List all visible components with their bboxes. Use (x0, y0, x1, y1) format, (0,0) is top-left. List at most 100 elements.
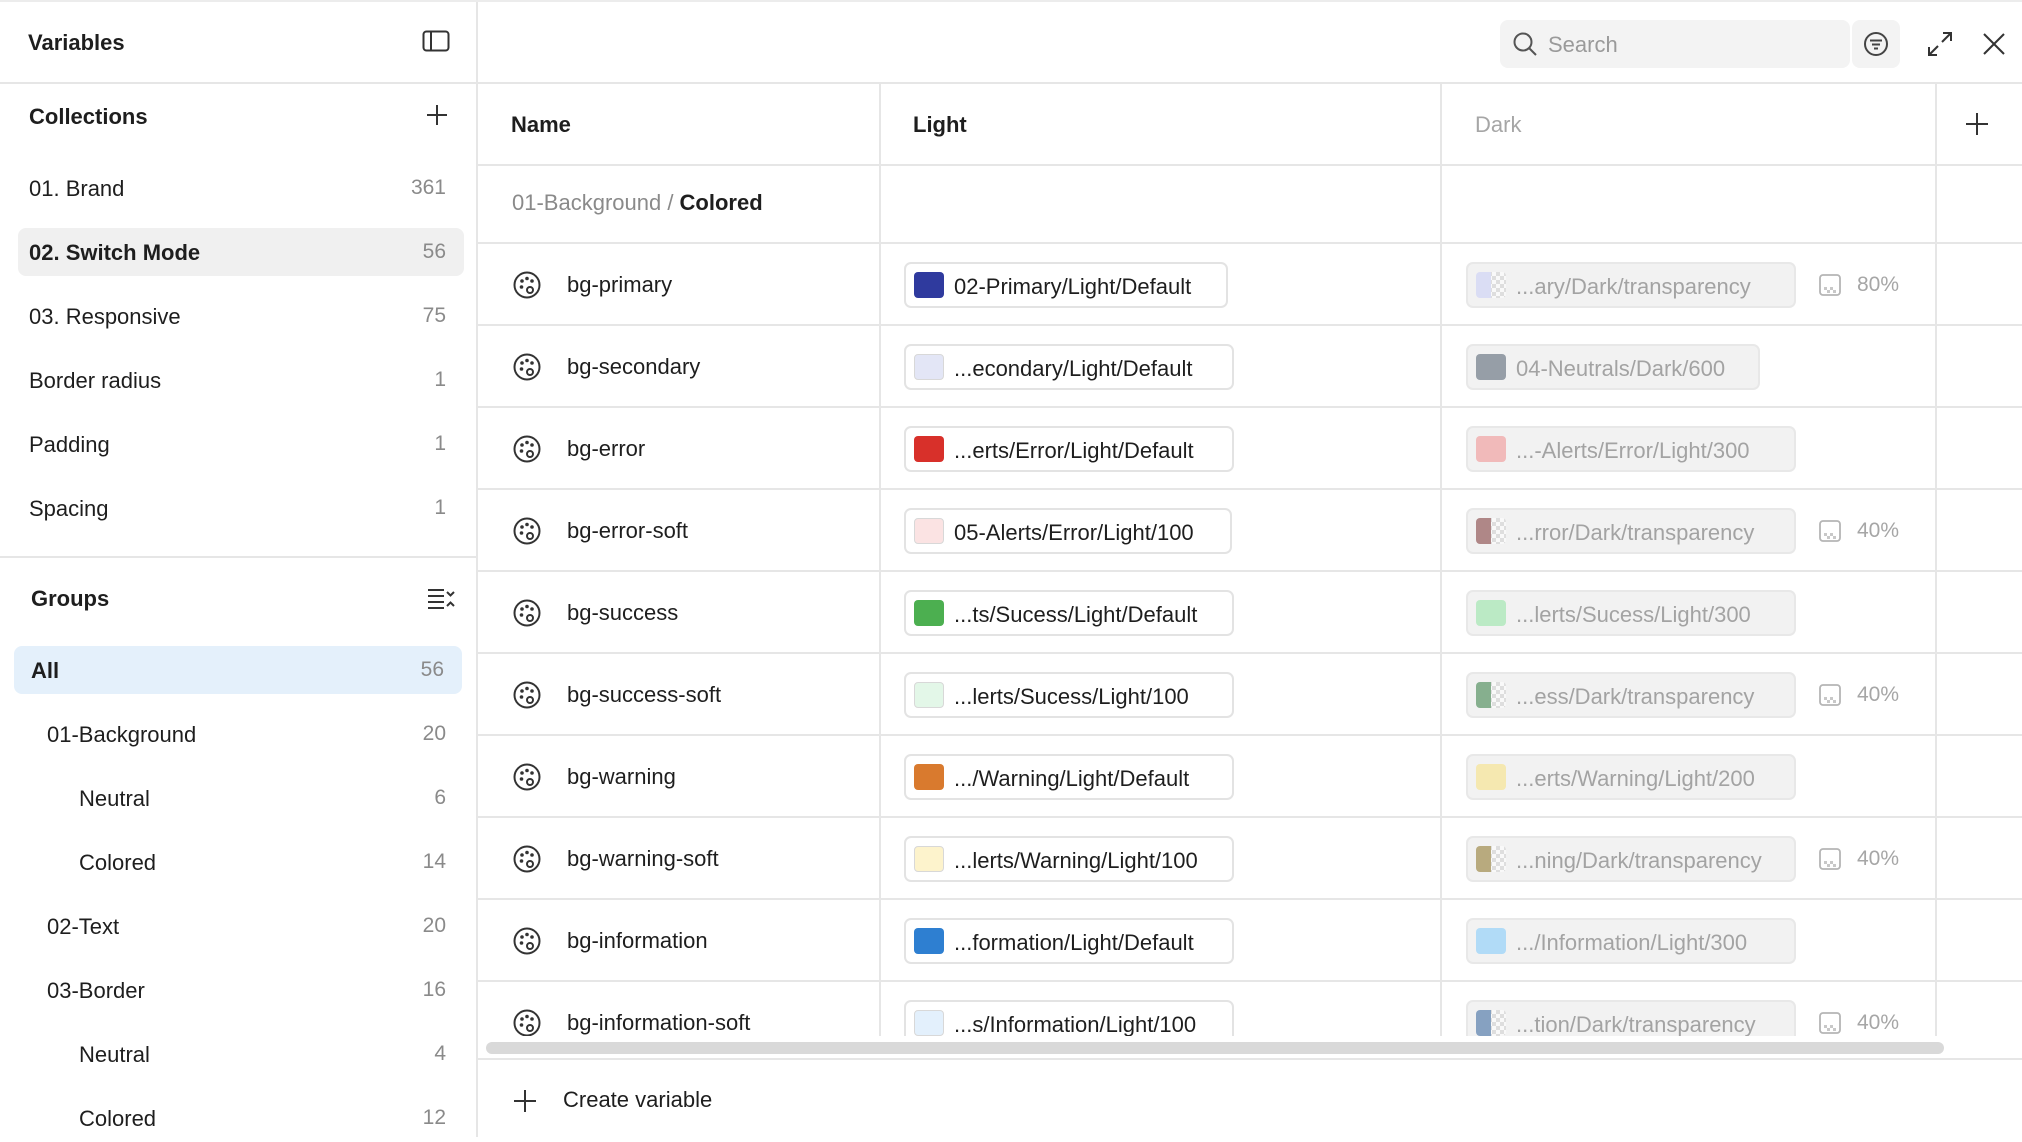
light-value-chip[interactable]: ...econdary/Light/Default (904, 344, 1234, 390)
create-variable-button[interactable]: Create variable (563, 1087, 712, 1113)
opacity-icon (1819, 520, 1841, 542)
variable-name[interactable]: bg-success-soft (567, 682, 721, 708)
dark-value-chip[interactable]: ...rror/Dark/transparency (1466, 508, 1796, 554)
dark-value-text: ...erts/Warning/Light/200 (1516, 766, 1755, 791)
dark-value-text: ...lerts/Sucess/Light/300 (1516, 602, 1751, 627)
table-row[interactable]: bg-warning .../Warning/Light/Default ...er… (478, 736, 2022, 818)
sidebar-toggle-icon[interactable] (422, 30, 450, 52)
plus-icon[interactable] (512, 1088, 538, 1114)
color-swatch (1476, 518, 1506, 544)
table-row[interactable]: bg-error ...erts/Error/Light/Default ...-A… (478, 408, 2022, 490)
dark-value-chip[interactable]: ...lerts/Sucess/Light/300 (1466, 590, 1796, 636)
group-item[interactable]: Neutral 6 (18, 774, 464, 822)
opacity-icon (1819, 274, 1841, 296)
collection-item[interactable]: 01. Brand 361 (18, 164, 464, 212)
opacity-value[interactable]: 40% (1857, 847, 1899, 871)
light-value-chip[interactable]: 05-Alerts/Error/Light/100 (904, 508, 1232, 554)
color-swatch (1476, 682, 1506, 708)
collection-item[interactable]: Spacing 1 (18, 484, 464, 532)
light-value-chip[interactable]: .../Warning/Light/Default (904, 754, 1234, 800)
light-value-chip[interactable]: ...erts/Error/Light/Default (904, 426, 1234, 472)
collection-count: 56 (422, 240, 446, 263)
collection-item[interactable]: Border radius 1 (18, 356, 464, 404)
variable-name[interactable]: bg-secondary (567, 354, 700, 380)
dark-value-chip[interactable]: ...ning/Dark/transparency (1466, 836, 1796, 882)
collection-label: Padding (29, 432, 110, 457)
dark-value-text: 04-Neutrals/Dark/600 (1516, 356, 1726, 381)
variable-name[interactable]: bg-error-soft (567, 518, 688, 544)
horizontal-scrollbar[interactable] (486, 1042, 1944, 1054)
dark-value-text: ...-Alerts/Error/Light/300 (1516, 438, 1750, 463)
table-row[interactable]: bg-success ...ts/Sucess/Light/Default ...l… (478, 572, 2022, 654)
table-row[interactable]: bg-warning-soft ...lerts/Warning/Light/10… (478, 818, 2022, 900)
opacity-value[interactable]: 40% (1857, 683, 1899, 707)
collection-label: 03. Responsive (29, 304, 181, 329)
column-header-light[interactable]: Light (913, 112, 967, 138)
light-value-chip[interactable]: ...formation/Light/Default (904, 918, 1234, 964)
expand-icon[interactable] (1926, 30, 1954, 58)
color-swatch (1476, 928, 1506, 954)
opacity-value[interactable]: 80% (1857, 273, 1899, 297)
table-row[interactable]: bg-primary 02-Primary/Light/Default ...ary… (478, 244, 2022, 326)
column-divider[interactable] (1440, 84, 1442, 1036)
breadcrumb: 01-Background / Colored (512, 190, 763, 216)
variable-name[interactable]: bg-primary (567, 272, 672, 298)
dark-value-chip[interactable]: ...ary/Dark/transparency (1466, 262, 1796, 308)
group-item[interactable]: 01-Background 20 (18, 710, 464, 758)
opacity-value[interactable]: 40% (1857, 1011, 1899, 1035)
variable-name[interactable]: bg-information-soft (567, 1010, 750, 1036)
group-item[interactable]: 02-Text 20 (18, 902, 464, 950)
table-row[interactable]: bg-secondary ...econdary/Light/Default 04-… (478, 326, 2022, 408)
dark-value-chip[interactable]: ...ess/Dark/transparency (1466, 672, 1796, 718)
table-row[interactable]: bg-success-soft ...lerts/Sucess/Light/100… (478, 654, 2022, 736)
close-icon[interactable] (1982, 32, 2006, 56)
group-item-all[interactable]: All 56 (14, 646, 462, 694)
dark-value-chip[interactable]: ...tion/Dark/transparency (1466, 1000, 1796, 1036)
column-divider[interactable] (879, 84, 881, 1036)
light-value-chip[interactable]: ...ts/Sucess/Light/Default (904, 590, 1234, 636)
search-box[interactable] (1500, 20, 1850, 68)
table-row[interactable]: bg-error-soft 05-Alerts/Error/Light/100..… (478, 490, 2022, 572)
group-item[interactable]: 03-Border 16 (18, 966, 464, 1014)
opacity-value[interactable]: 40% (1857, 519, 1899, 543)
add-collection-icon[interactable] (424, 102, 450, 128)
light-value-chip[interactable]: ...lerts/Warning/Light/100 (904, 836, 1234, 882)
filter-button[interactable] (1852, 20, 1900, 68)
dark-value-chip[interactable]: 04-Neutrals/Dark/600 (1466, 344, 1760, 390)
group-count: 12 (422, 1106, 446, 1129)
search-input[interactable] (1546, 28, 1840, 62)
collection-count: 75 (422, 304, 446, 327)
collection-label: 02. Switch Mode (29, 240, 201, 265)
breadcrumb-parent[interactable]: 01-Background / (512, 190, 680, 215)
variable-name[interactable]: bg-success (567, 600, 678, 626)
variable-name[interactable]: bg-warning (567, 764, 676, 790)
column-header-dark[interactable]: Dark (1475, 112, 1521, 138)
dark-value-text: ...ary/Dark/transparency (1516, 274, 1751, 299)
variable-name[interactable]: bg-error (567, 436, 645, 462)
group-label: Neutral (79, 786, 150, 811)
group-item[interactable]: Colored 14 (18, 838, 464, 886)
breadcrumb-current: Colored (679, 190, 763, 215)
dark-value-chip[interactable]: ...erts/Warning/Light/200 (1466, 754, 1796, 800)
add-mode-icon[interactable] (1963, 110, 1991, 138)
variable-name[interactable]: bg-warning-soft (567, 846, 719, 872)
variable-name[interactable]: bg-information (567, 928, 708, 954)
light-value-text: ...lerts/Sucess/Light/100 (954, 684, 1189, 709)
table-row[interactable]: bg-information ...formation/Light/Default… (478, 900, 2022, 982)
group-item[interactable]: Neutral 4 (18, 1030, 464, 1078)
groups-title: Groups (31, 586, 110, 611)
table-row[interactable]: bg-information-soft ...s/Information/Ligh… (478, 982, 2022, 1036)
dark-value-chip[interactable]: .../Information/Light/300 (1466, 918, 1796, 964)
light-value-chip[interactable]: 02-Primary/Light/Default (904, 262, 1228, 308)
group-count: 20 (422, 914, 446, 937)
collection-item[interactable]: Padding 1 (18, 420, 464, 468)
collection-item[interactable]: 03. Responsive 75 (18, 292, 464, 340)
collection-item-selected[interactable]: 02. Switch Mode 56 (18, 228, 464, 276)
opacity-icon (1819, 848, 1841, 870)
light-value-chip[interactable]: ...s/Information/Light/100 (904, 1000, 1234, 1036)
dark-value-chip[interactable]: ...-Alerts/Error/Light/300 (1466, 426, 1796, 472)
light-value-chip[interactable]: ...lerts/Sucess/Light/100 (904, 672, 1234, 718)
group-count: 56 (420, 658, 444, 681)
sort-list-icon[interactable] (426, 584, 456, 612)
collection-count: 1 (434, 432, 446, 455)
